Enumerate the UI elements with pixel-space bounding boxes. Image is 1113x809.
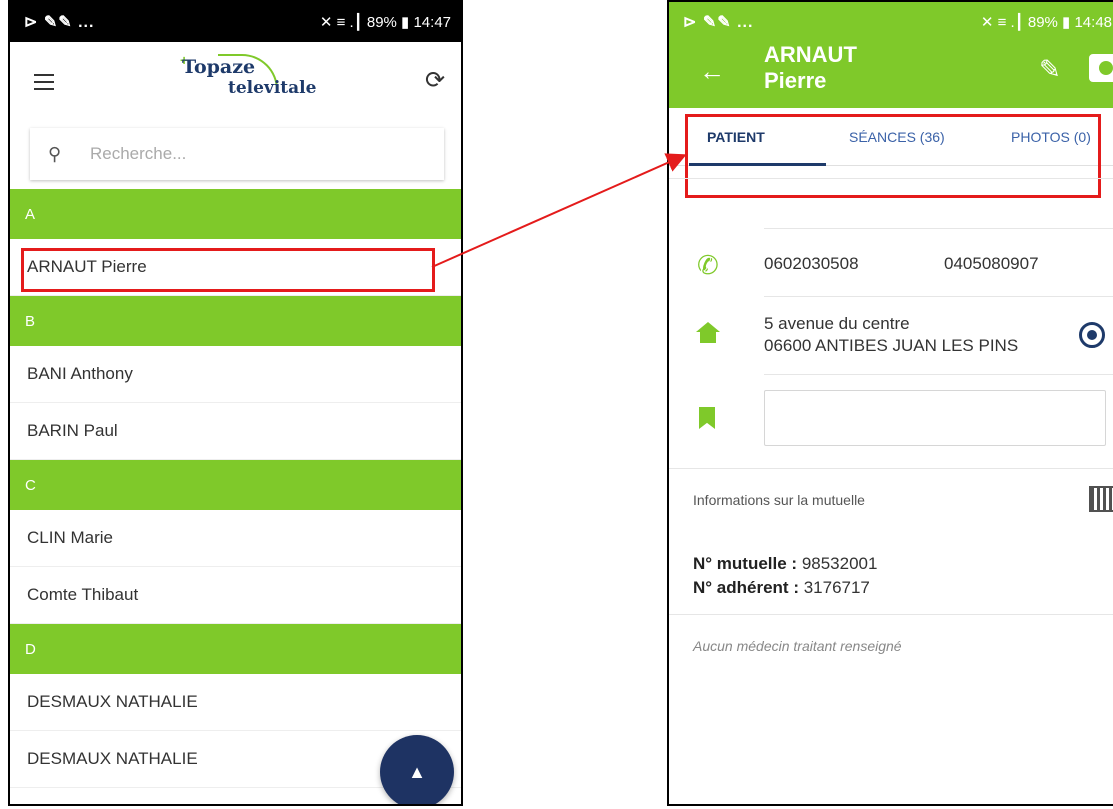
highlight-box-patient [21,248,435,292]
home-icon [696,322,720,344]
topaze-televitale-logo: + Topaze televitale [170,52,320,108]
patient-first-name: Pierre [764,68,827,93]
address-line-2: 06600 ANTIBES JUAN LES PINS [764,336,1019,355]
adherent-number: N° adhérent : 3176717 [693,578,870,598]
divider [764,374,1113,375]
edit-pencil-icon[interactable]: ✎ [1039,54,1061,85]
mutuelle-section-title: Informations sur la mutuelle [693,492,865,508]
phone-number-2[interactable]: 0405080907 [944,254,1039,274]
phone-icon[interactable]: ✆ [697,250,719,281]
list-item[interactable]: DESMAUX NATHALIE [10,674,461,731]
menu-icon[interactable] [34,74,54,90]
mutuelle-number-label: N° mutuelle : [693,554,798,573]
search-input[interactable] [90,144,410,164]
section-header-a: A [10,189,461,239]
mutuelle-number: N° mutuelle : 98532001 [693,554,877,574]
divider [669,178,1113,179]
arrow-line [431,153,687,268]
status-icons: ⊳ ✎✎ ... [683,14,754,31]
divider [764,228,1113,229]
patient-header: ← ARNAUT Pierre ✎ [669,42,1113,108]
adherent-number-value: 3176717 [798,578,870,597]
patient-list-screen: ⊳ ✎✎ ... ✕ ≡ .┃ 89% ▮ 14:47 + Topaze tel… [8,0,463,806]
divider [669,614,1113,615]
divider [669,468,1113,469]
list-item[interactable]: Comte Thibaut [10,567,461,624]
qr-code-icon[interactable] [1089,486,1113,512]
scroll-top-button[interactable]: ▲ [380,735,454,804]
locate-icon[interactable] [1079,322,1105,348]
status-right: ✕ ≡ .┃ 89% ▮ 14:48 [980,14,1112,31]
patient-last-name: ARNAUT [764,42,857,67]
phone-number-1[interactable]: 0602030508 [764,254,859,274]
app-bar: + Topaze televitale ⟳ [10,42,461,126]
section-header-b: B [10,296,461,346]
status-right: ✕ ≡ .┃ 89% ▮ 14:47 [319,14,451,31]
address-line-1: 5 avenue du centre [764,314,910,333]
status-bar: ⊳ ✎✎ ... ✕ ≡ .┃ 89% ▮ 14:48 [669,2,1113,42]
highlight-box-tabs [685,114,1101,198]
status-icons: ⊳ ✎✎ ... [24,14,95,31]
search-icon: ⚲ [48,143,62,164]
caret-up-icon: ▲ [408,761,426,782]
back-arrow-icon[interactable]: ← [699,56,725,87]
camera-icon[interactable] [1089,54,1113,82]
patient-detail-screen: ⊳ ✎✎ ... ✕ ≡ .┃ 89% ▮ 14:48 ← ARNAUT Pie… [667,0,1113,806]
divider [764,296,1113,297]
mutuelle-number-value: 98532001 [797,554,878,573]
sync-icon[interactable]: ⟳ [425,66,445,95]
no-doctor-note: Aucun médecin traitant renseigné [693,638,902,654]
search-bar[interactable]: ⚲ [30,128,444,180]
logo-text-topaze: Topaze [182,56,256,78]
section-header-c: C [10,460,461,510]
section-header-d: D [10,624,461,674]
list-item[interactable]: CLIN Marie [10,510,461,567]
logo-text-televitale: televitale [228,78,317,98]
note-field[interactable] [764,390,1106,446]
bookmark-icon [699,407,715,429]
list-item[interactable]: BANI Anthony [10,346,461,403]
status-bar: ⊳ ✎✎ ... ✕ ≡ .┃ 89% ▮ 14:47 [10,2,461,42]
list-item[interactable]: BARIN Paul [10,403,461,460]
adherent-number-label: N° adhérent : [693,578,799,597]
